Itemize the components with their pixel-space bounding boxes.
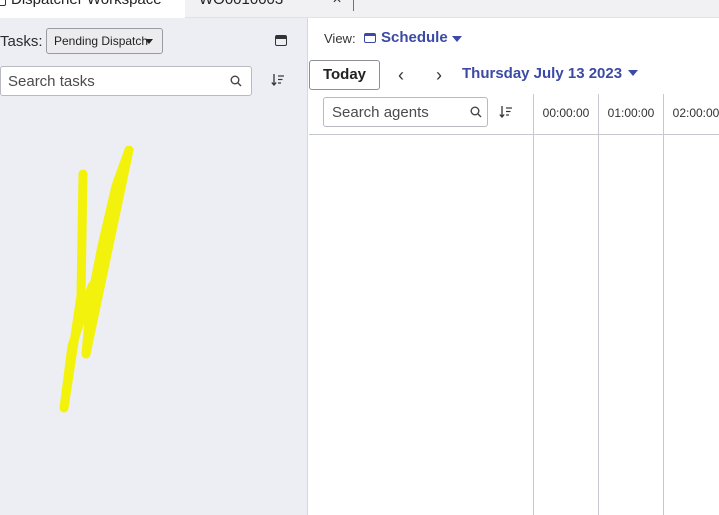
search-tasks-field[interactable] bbox=[0, 66, 252, 96]
tasks-label: Tasks: bbox=[0, 33, 43, 50]
task-filter-dropdown[interactable]: Pending Dispatch bbox=[46, 28, 163, 54]
search-tasks-input[interactable] bbox=[8, 71, 218, 91]
task-filter-value: Pending Dispatch bbox=[54, 34, 149, 48]
tasks-panel: Tasks: Pending Dispatch bbox=[0, 18, 308, 515]
grid-column-divider bbox=[598, 94, 599, 515]
workspace-icon bbox=[0, 0, 6, 6]
caret-down-icon bbox=[145, 39, 153, 44]
chevron-left-icon[interactable]: ‹ bbox=[393, 65, 409, 85]
grid-column-divider bbox=[533, 94, 534, 515]
search-agents-input[interactable] bbox=[332, 102, 462, 122]
time-column-header: 01:00:00 bbox=[607, 106, 655, 120]
tab-divider bbox=[353, 0, 354, 11]
search-agents-field[interactable] bbox=[323, 97, 488, 127]
calendar-icon[interactable] bbox=[275, 35, 287, 46]
time-column-header: 02:00:00 bbox=[672, 106, 719, 120]
tab-strip: Dispatcher Workspace WO0010003 × bbox=[0, 0, 719, 18]
sort-icon[interactable] bbox=[499, 105, 513, 119]
time-column-header: 00:00:00 bbox=[542, 106, 590, 120]
tab-label: Dispatcher Workspace bbox=[11, 0, 162, 10]
caret-down-icon bbox=[452, 36, 462, 42]
tab-record[interactable]: WO0010003 bbox=[199, 0, 349, 18]
chevron-right-icon[interactable]: › bbox=[431, 65, 447, 85]
date-label: Thursday July 13 2023 bbox=[462, 65, 623, 82]
grid-column-divider bbox=[663, 94, 664, 515]
schedule-panel: View: Schedule Today ‹ › Thursday July 1… bbox=[309, 18, 719, 515]
tab-label: WO0010003 bbox=[199, 0, 283, 10]
sort-icon[interactable] bbox=[271, 73, 285, 87]
close-icon[interactable]: × bbox=[330, 0, 344, 8]
highlighter-scribble bbox=[59, 146, 134, 413]
view-label: View: bbox=[324, 31, 356, 46]
search-icon[interactable] bbox=[470, 106, 482, 118]
view-selected: Schedule bbox=[381, 29, 448, 46]
calendar-icon bbox=[364, 33, 376, 43]
caret-down-icon bbox=[628, 70, 639, 76]
tab-dispatcher-workspace[interactable]: Dispatcher Workspace bbox=[0, 0, 185, 18]
date-picker[interactable]: Thursday July 13 2023 bbox=[462, 65, 639, 85]
today-button[interactable]: Today bbox=[309, 60, 380, 90]
search-icon[interactable] bbox=[230, 75, 242, 87]
